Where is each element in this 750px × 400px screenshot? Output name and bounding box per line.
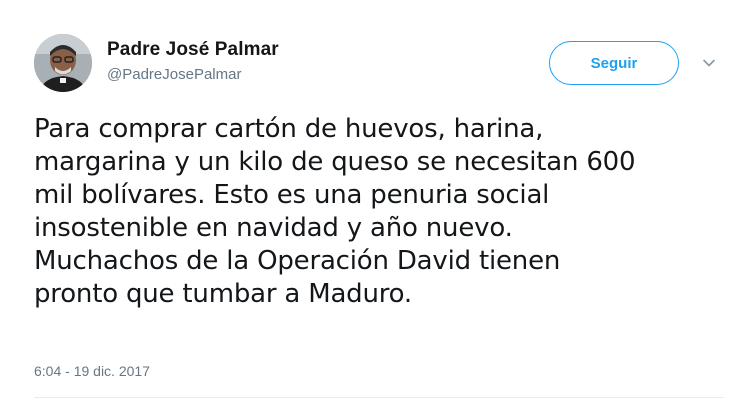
screen-name[interactable]: @PadreJosePalmar (107, 65, 279, 85)
divider (34, 397, 724, 398)
tweet-timestamp[interactable]: 6:04 - 19 dic. 2017 (34, 363, 150, 379)
display-name[interactable]: Padre José Palmar (107, 38, 279, 62)
avatar-photo-icon (34, 34, 92, 92)
tweet-header: Padre José Palmar @PadreJosePalmar Segui… (34, 34, 724, 92)
tweet-card: Padre José Palmar @PadreJosePalmar Segui… (0, 0, 750, 400)
user-names: Padre José Palmar @PadreJosePalmar (107, 38, 279, 85)
avatar[interactable] (34, 34, 92, 92)
follow-button[interactable]: Seguir (549, 41, 679, 85)
chevron-down-icon[interactable] (702, 56, 716, 70)
tweet-text: Para comprar cartón de huevos, harina, m… (34, 114, 636, 309)
